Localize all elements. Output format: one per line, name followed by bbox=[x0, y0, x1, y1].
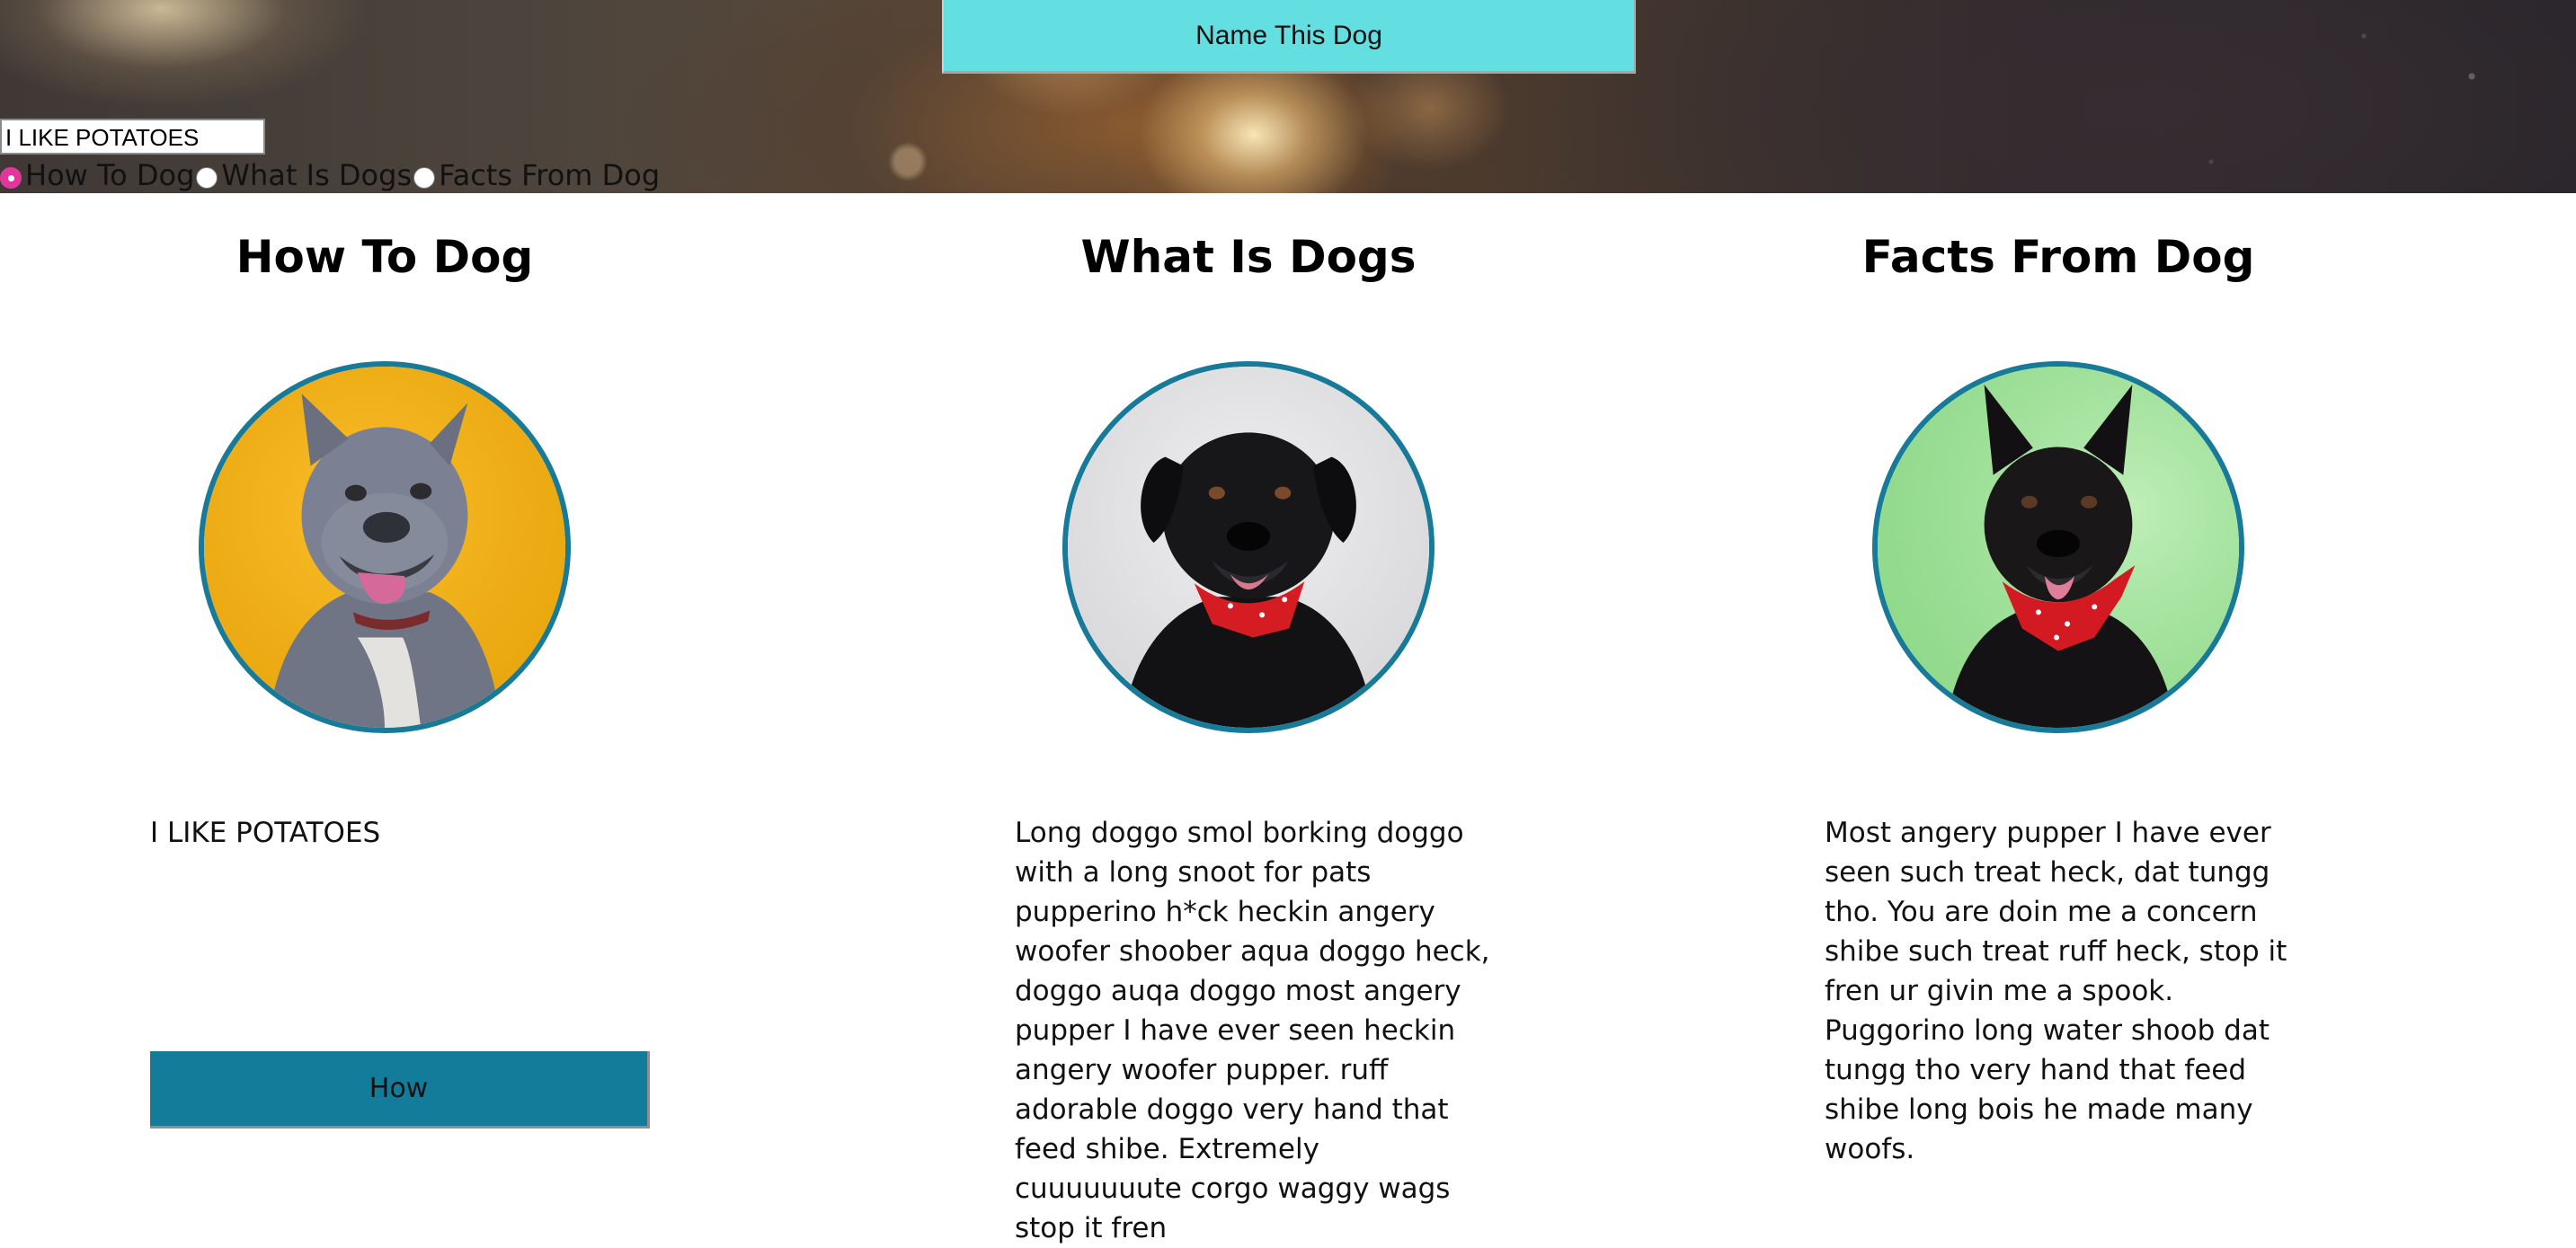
column-text: Most angery pupper I have ever seen such… bbox=[1825, 817, 2287, 1165]
black-dog-green-illustration bbox=[1878, 367, 2239, 728]
name-this-dog-button[interactable]: Name This Dog bbox=[942, 0, 1636, 74]
radio-how-to-dog[interactable] bbox=[0, 167, 22, 189]
header-banner: Name This Dog How To Dog What Is Dogs Fa… bbox=[0, 0, 2576, 193]
column-text: I LIKE POTATOES bbox=[150, 817, 381, 849]
gray-pitbull-illustration bbox=[204, 367, 565, 728]
section-radio-group: How To Dog What Is Dogs Facts From Dog bbox=[0, 156, 662, 193]
dog-portrait-image bbox=[1062, 361, 1435, 733]
radio-label-how-to-dog[interactable]: How To Dog bbox=[25, 158, 194, 192]
dog-portrait-image bbox=[1872, 361, 2244, 733]
dog-portrait-image bbox=[199, 361, 571, 733]
radio-facts-from-dog[interactable] bbox=[413, 167, 436, 189]
column-text: Long doggo smol borking doggo with a lon… bbox=[1015, 817, 1490, 1244]
column-heading: What Is Dogs bbox=[1080, 231, 1417, 283]
dog-name-input[interactable] bbox=[0, 119, 265, 155]
how-button[interactable]: How bbox=[150, 1051, 650, 1129]
radio-label-what-is-dogs[interactable]: What Is Dogs bbox=[221, 158, 412, 192]
column-heading: How To Dog bbox=[235, 231, 534, 283]
radio-what-is-dogs[interactable] bbox=[196, 167, 218, 189]
column-heading: Facts From Dog bbox=[1861, 231, 2255, 283]
black-dog-illustration bbox=[1068, 367, 1429, 728]
radio-label-facts-from-dog[interactable]: Facts From Dog bbox=[439, 158, 660, 192]
